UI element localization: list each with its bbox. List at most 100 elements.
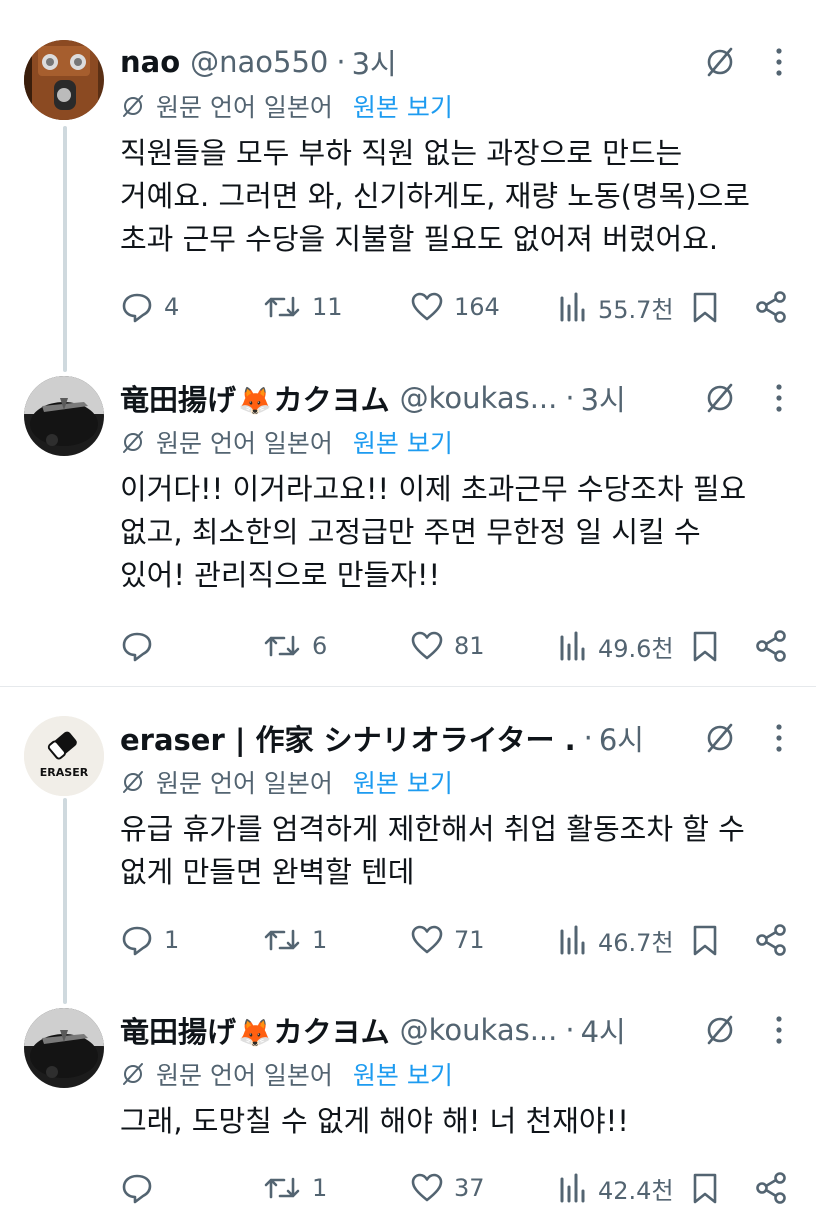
like-count: 81 bbox=[454, 632, 485, 660]
like-button[interactable]: 37 bbox=[410, 1168, 485, 1208]
repost-icon bbox=[264, 1177, 300, 1199]
action-bar: 1 1 71 46.7천 bbox=[120, 920, 788, 960]
tweet[interactable]: 竜田揚げ🦊カクヨム @koukas... · 4시 원문 언어 일본어 원본 보… bbox=[0, 1008, 816, 1227]
tweet[interactable]: ERASER eraser | 作家 シナリオライター . · 6시 원문 언어… bbox=[0, 716, 816, 976]
heart-icon bbox=[411, 1173, 443, 1202]
tweet-text-line: 초과 근무 수당을 지불할 필요도 없어져 버렸어요. bbox=[120, 222, 719, 256]
avatar-eraser[interactable]: ERASER bbox=[24, 716, 104, 796]
reply-count: 4 bbox=[164, 293, 180, 321]
tweet-text: 그래, 도망칠 수 없게 해야 해! 너 천재야!! bbox=[120, 1100, 788, 1143]
repost-icon bbox=[264, 635, 300, 657]
grok-icon[interactable] bbox=[704, 1014, 736, 1046]
views-button[interactable]: 55.7천 bbox=[558, 287, 674, 327]
reply-button[interactable]: 1 bbox=[120, 920, 179, 960]
reply-button[interactable] bbox=[120, 1168, 164, 1208]
share-button[interactable] bbox=[754, 920, 788, 960]
action-bar: 6 81 49.6천 bbox=[120, 626, 788, 666]
reply-icon bbox=[122, 632, 152, 662]
views-button[interactable]: 42.4천 bbox=[558, 1168, 674, 1208]
display-name-text: 竜田揚げ bbox=[120, 383, 237, 417]
translate-icon bbox=[123, 1063, 143, 1085]
timestamp[interactable]: 6시 bbox=[599, 717, 644, 759]
show-original-link[interactable]: 원본 보기 bbox=[353, 764, 453, 800]
like-button[interactable]: 71 bbox=[410, 920, 485, 960]
share-button[interactable] bbox=[754, 1168, 788, 1208]
view-count: 42.4천 bbox=[598, 1176, 674, 1205]
bookmark-button[interactable] bbox=[690, 1168, 720, 1208]
tweet-text-line: 이거다!! 이거라고요!! 이제 초과근무 수당조차 필요 bbox=[120, 472, 747, 506]
like-button[interactable]: 164 bbox=[410, 287, 500, 327]
reply-icon bbox=[122, 926, 152, 956]
more-options-icon[interactable] bbox=[772, 380, 786, 416]
avatar-nao[interactable] bbox=[24, 40, 104, 120]
reply-icon bbox=[122, 293, 152, 323]
view-count: 55.7천 bbox=[598, 295, 674, 324]
grok-icon[interactable] bbox=[704, 46, 736, 78]
bookmark-button[interactable] bbox=[690, 920, 720, 960]
more-options-icon[interactable] bbox=[772, 44, 786, 80]
show-original-link[interactable]: 원본 보기 bbox=[353, 88, 453, 124]
translation-label: 원문 언어 일본어 bbox=[156, 1061, 333, 1090]
heart-icon bbox=[411, 292, 443, 321]
user-handle[interactable]: @nao550 bbox=[190, 45, 328, 79]
display-name[interactable]: 竜田揚げ🦊カクヨム bbox=[120, 377, 390, 419]
repost-button[interactable]: 11 bbox=[262, 287, 343, 327]
repost-count: 1 bbox=[312, 1174, 328, 1202]
share-button[interactable] bbox=[754, 626, 788, 666]
views-button[interactable]: 49.6천 bbox=[558, 626, 674, 666]
user-handle[interactable]: @koukas... bbox=[400, 1013, 558, 1047]
display-name[interactable]: nao bbox=[120, 45, 180, 79]
display-name[interactable]: 竜田揚げ🦊カクヨム bbox=[120, 1009, 390, 1051]
repost-button[interactable]: 6 bbox=[262, 626, 327, 666]
tweet-text-line: 없게 만들면 완벽할 텐데 bbox=[120, 855, 415, 889]
tweet-text-line: 유급 휴가를 엄격하게 제한해서 취업 활동조차 할 수 bbox=[120, 812, 745, 846]
action-bar: 1 37 42.4천 bbox=[120, 1168, 788, 1208]
show-original-link[interactable]: 원본 보기 bbox=[353, 424, 453, 460]
like-count: 71 bbox=[454, 926, 485, 954]
tweet[interactable]: nao @nao550 · 3시 원문 언어 일본어 원본 보기 직원들을 모두… bbox=[0, 40, 816, 340]
reply-button[interactable]: 4 bbox=[120, 287, 179, 327]
share-button[interactable] bbox=[754, 287, 788, 327]
repost-count: 1 bbox=[312, 926, 328, 954]
bookmark-icon bbox=[693, 1173, 717, 1204]
more-options-icon[interactable] bbox=[772, 1012, 786, 1048]
bookmark-button[interactable] bbox=[690, 626, 720, 666]
reply-button[interactable] bbox=[120, 626, 164, 666]
grok-icon[interactable] bbox=[704, 382, 736, 414]
analytics-icon bbox=[560, 925, 585, 955]
heart-icon bbox=[411, 631, 443, 660]
avatar-koukas[interactable] bbox=[24, 1008, 104, 1088]
view-count: 46.7천 bbox=[598, 928, 674, 957]
tweet-text-line: 거예요. 그러면 와, 신기하게도, 재량 노동(명목)으로 bbox=[120, 179, 750, 213]
fox-emoji: 🦊 bbox=[238, 386, 272, 417]
display-name[interactable]: eraser | 作家 シナリオライター . bbox=[120, 717, 576, 759]
repost-button[interactable]: 1 bbox=[262, 920, 327, 960]
tweet-text-line: 그래, 도망칠 수 없게 해야 해! 너 천재야!! bbox=[120, 1104, 629, 1138]
repost-button[interactable]: 1 bbox=[262, 1168, 327, 1208]
more-options-icon[interactable] bbox=[772, 720, 786, 756]
views-button[interactable]: 46.7천 bbox=[558, 920, 674, 960]
separator-dot: · bbox=[336, 45, 346, 79]
tweet[interactable]: 竜田揚げ🦊カクヨム @koukas... · 3시 원문 언어 일본어 원본 보… bbox=[0, 376, 816, 676]
avatar-koukas[interactable] bbox=[24, 376, 104, 456]
avatar-logo-text: ERASER bbox=[40, 766, 89, 779]
tweet-text-line: 있어! 관리직으로 만들자!! bbox=[120, 558, 441, 592]
fox-emoji: 🦊 bbox=[238, 1018, 272, 1049]
tweet-text-line: 직원들을 모두 부하 직원 없는 과장으로 만드는 bbox=[120, 136, 683, 170]
user-handle[interactable]: @koukas... bbox=[400, 381, 558, 415]
like-button[interactable]: 81 bbox=[410, 626, 485, 666]
separator-dot: · bbox=[565, 1013, 575, 1047]
like-count: 164 bbox=[454, 293, 500, 321]
repost-icon bbox=[264, 296, 300, 318]
timestamp[interactable]: 3시 bbox=[581, 377, 626, 419]
show-original-link[interactable]: 원본 보기 bbox=[353, 1056, 453, 1092]
bookmark-icon bbox=[693, 631, 717, 662]
view-count: 49.6천 bbox=[598, 634, 674, 663]
translation-bar: 원문 언어 일본어 원본 보기 bbox=[120, 764, 453, 800]
action-bar: 4 11 164 55.7천 bbox=[120, 287, 788, 327]
timestamp[interactable]: 3시 bbox=[352, 41, 397, 83]
timestamp[interactable]: 4시 bbox=[581, 1009, 626, 1051]
bookmark-button[interactable] bbox=[690, 287, 720, 327]
share-icon bbox=[756, 1172, 786, 1204]
grok-icon[interactable] bbox=[704, 722, 736, 754]
